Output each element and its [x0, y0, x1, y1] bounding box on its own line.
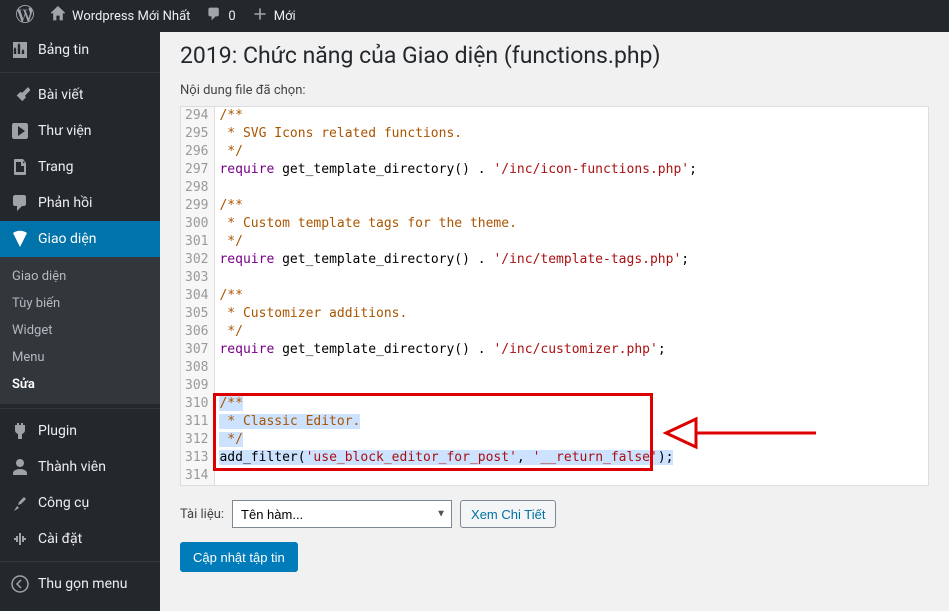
page-title: 2019: Chức năng của Giao diện (functions…: [180, 42, 929, 69]
main-content: 2019: Chức năng của Giao diện (functions…: [160, 32, 949, 611]
menu-label: Bài viết: [38, 87, 83, 103]
appearance-icon: [10, 229, 30, 249]
code-lines[interactable]: /** * SVG Icons related functions. */req…: [215, 107, 928, 485]
media-icon: [10, 121, 30, 141]
menu-label: Thư viện: [38, 123, 92, 139]
menu-label: Trang: [38, 159, 74, 175]
menu-item-page[interactable]: Trang: [0, 149, 160, 185]
site-name-link[interactable]: Wordpress Mới Nhất: [42, 0, 198, 32]
menu-label: Thành viên: [38, 459, 106, 475]
menu-item-users[interactable]: Thành viên: [0, 449, 160, 485]
doc-label: Tài liệu:: [180, 507, 224, 522]
menu-item-appearance[interactable]: Giao diện: [0, 221, 160, 257]
menu-label: Plugin: [38, 423, 77, 439]
plugin-icon: [10, 421, 30, 441]
menu-label: Phản hồi: [38, 195, 92, 211]
documentation-row: Tài liệu: Tên hàm... ▼ Xem Chi Tiết: [180, 500, 929, 528]
line-gutter: 2942952962972982993003013023033043053063…: [181, 107, 215, 485]
site-name: Wordpress Mới Nhất: [72, 9, 190, 24]
admin-toolbar: Wordpress Mới Nhất 0 Mới: [0, 0, 949, 32]
settings-icon: [10, 529, 30, 549]
function-select[interactable]: Tên hàm...: [232, 500, 452, 528]
submenu-item[interactable]: Widget: [0, 317, 160, 344]
comments-icon: [10, 193, 30, 213]
menu-label: Thu gọn menu: [38, 576, 127, 592]
menu-item-pin[interactable]: Bài viết: [0, 77, 160, 113]
new-label: Mới: [274, 9, 296, 24]
dashboard-icon: [10, 40, 30, 60]
comments-count: 0: [228, 9, 235, 24]
code-editor[interactable]: 2942952962972982993003013023033043053063…: [180, 106, 929, 486]
users-icon: [10, 457, 30, 477]
menu-label: Giao diện: [38, 231, 96, 247]
plus-icon: [252, 6, 268, 26]
menu-item-media[interactable]: Thư viện: [0, 113, 160, 149]
menu-item-settings[interactable]: Cài đặt: [0, 521, 160, 557]
submenu-item[interactable]: Menu: [0, 344, 160, 371]
collapse-icon: [10, 574, 30, 594]
update-file-button[interactable]: Cập nhật tập tin: [180, 542, 298, 572]
menu-label: Cài đặt: [38, 531, 82, 547]
pin-icon: [10, 85, 30, 105]
submenu-item[interactable]: Giao diện: [0, 263, 160, 290]
new-content-link[interactable]: Mới: [244, 0, 304, 32]
wordpress-icon: [16, 5, 34, 27]
view-detail-button[interactable]: Xem Chi Tiết: [460, 500, 556, 528]
menu-item-collapse[interactable]: Thu gọn menu: [0, 566, 160, 602]
comment-icon: [206, 6, 222, 26]
tools-icon: [10, 493, 30, 513]
submenu-item[interactable]: Sửa: [0, 371, 160, 398]
menu-label: Công cụ: [38, 495, 89, 511]
menu-item-tools[interactable]: Công cụ: [0, 485, 160, 521]
menu-item-comments[interactable]: Phản hồi: [0, 185, 160, 221]
admin-sidebar: Bảng tin Bài viết Thư viện Trang Phản hồi Gia…: [0, 32, 160, 611]
menu-label: Bảng tin: [38, 42, 89, 58]
comments-link[interactable]: 0: [198, 0, 243, 32]
menu-item-dashboard[interactable]: Bảng tin: [0, 32, 160, 68]
page-icon: [10, 157, 30, 177]
home-icon: [50, 6, 66, 26]
menu-item-plugin[interactable]: Plugin: [0, 413, 160, 449]
submenu: Giao diệnTùy biếnWidgetMenuSửa: [0, 257, 160, 404]
content-label: Nội dung file đã chọn:: [180, 83, 929, 98]
wp-logo[interactable]: [8, 0, 42, 32]
submenu-item[interactable]: Tùy biến: [0, 290, 160, 317]
